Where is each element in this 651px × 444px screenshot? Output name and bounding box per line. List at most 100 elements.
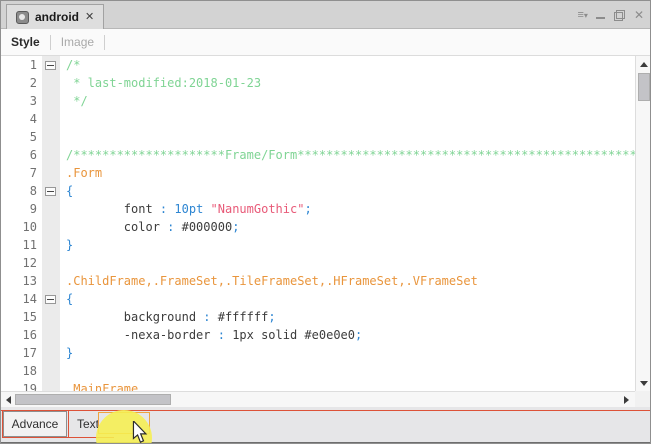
- code-text: {: [60, 182, 73, 200]
- fold-margin: [42, 74, 60, 92]
- triangle-down-icon: [640, 381, 648, 386]
- fold-margin: [42, 272, 60, 290]
- line-number: 2: [1, 74, 42, 92]
- scrollbar-corner: [635, 391, 651, 407]
- fold-margin: [42, 146, 60, 164]
- code-line: 5: [1, 128, 635, 146]
- code-text: {: [60, 290, 73, 308]
- toolbar-separator: [104, 35, 105, 50]
- horizontal-scrollbar-thumb[interactable]: [15, 394, 171, 405]
- style-editor-window: android ✕ ≡▾ ✕ Style Image 1/*2 * last-m…: [0, 0, 651, 444]
- line-number: 14: [1, 290, 42, 308]
- code-line: 3 */: [1, 92, 635, 110]
- line-number: 8: [1, 182, 42, 200]
- restore-icon[interactable]: [614, 10, 625, 21]
- tab-style[interactable]: Style: [1, 35, 50, 49]
- line-number: 7: [1, 164, 42, 182]
- tab-image[interactable]: Image: [51, 35, 104, 49]
- code-text: color : #000000;: [60, 218, 239, 236]
- line-number: 12: [1, 254, 42, 272]
- code-line: 9 font : 10pt "NanumGothic";: [1, 200, 635, 218]
- fold-margin: [42, 110, 60, 128]
- fold-margin: [42, 290, 60, 308]
- code-text: /*********************Frame/Form********…: [60, 146, 635, 164]
- code-line: 8{: [1, 182, 635, 200]
- code-text: -nexa-border : 1px solid #e0e0e0;: [60, 326, 362, 344]
- mouse-cursor-icon: [132, 421, 148, 444]
- code-text: [60, 254, 66, 272]
- line-number: 1: [1, 56, 42, 74]
- document-tab-strip: android ✕ ≡▾ ✕: [1, 1, 650, 29]
- line-number: 3: [1, 92, 42, 110]
- fold-collapse-icon[interactable]: [45, 187, 56, 196]
- code-text: [60, 110, 66, 128]
- fold-margin: [42, 128, 60, 146]
- fold-margin: [42, 380, 60, 391]
- line-number: 17: [1, 344, 42, 362]
- scroll-left-arrow[interactable]: [1, 392, 15, 407]
- code-text: }: [60, 344, 73, 362]
- code-line: 7 .Form: [1, 164, 635, 182]
- triangle-right-icon: [624, 396, 629, 404]
- triangle-up-icon: [640, 62, 648, 67]
- tab-list-menu-icon[interactable]: ≡▾: [578, 8, 587, 22]
- code-text: [60, 128, 66, 146]
- horizontal-scrollbar[interactable]: [1, 391, 635, 407]
- code-line: 19.MainFrame: [1, 380, 635, 391]
- code-text: }: [60, 236, 73, 254]
- tab-close-icon[interactable]: ✕: [85, 12, 94, 23]
- triangle-left-icon: [6, 396, 11, 404]
- fold-margin: [42, 254, 60, 272]
- line-number: 11: [1, 236, 42, 254]
- line-number: 15: [1, 308, 42, 326]
- code-line: 14 {: [1, 290, 635, 308]
- code-text: .ChildFrame,.FrameSet,.TileFrameSet,.HFr…: [60, 272, 478, 290]
- code-line: 11}: [1, 236, 635, 254]
- close-icon[interactable]: ✕: [634, 8, 644, 22]
- code-text: .Form: [60, 164, 102, 182]
- line-number: 5: [1, 128, 42, 146]
- fold-margin: [42, 326, 60, 344]
- code-text: * last-modified:2018-01-23: [60, 74, 261, 92]
- code-text: /*: [60, 56, 80, 74]
- annotation-red-rectangle-advance: [2, 410, 69, 438]
- code-line: 4: [1, 110, 635, 128]
- fold-margin: [42, 218, 60, 236]
- css-code-editor[interactable]: 1/*2 * last-modified:2018-01-233 */456/*…: [1, 56, 635, 391]
- line-number: 4: [1, 110, 42, 128]
- document-tab-android[interactable]: android ✕: [6, 4, 104, 29]
- fold-collapse-icon[interactable]: [45, 295, 56, 304]
- code-text: font : 10pt "NanumGothic";: [60, 200, 312, 218]
- fold-margin: [42, 344, 60, 362]
- code-line: 10 color : #000000;: [1, 218, 635, 236]
- fold-margin: [42, 56, 60, 74]
- scroll-up-arrow[interactable]: [636, 56, 651, 72]
- code-line: 17}: [1, 344, 635, 362]
- code-line: 2 * last-modified:2018-01-23: [1, 74, 635, 92]
- scroll-right-arrow[interactable]: [619, 392, 633, 407]
- vertical-scrollbar-thumb[interactable]: [638, 73, 650, 101]
- code-line: 18: [1, 362, 635, 380]
- line-number: 18: [1, 362, 42, 380]
- line-number: 10: [1, 218, 42, 236]
- line-number: 9: [1, 200, 42, 218]
- minimize-icon[interactable]: [596, 10, 605, 20]
- line-number: 19: [1, 380, 42, 391]
- document-tab-title: android: [35, 10, 79, 24]
- code-line: 6/*********************Frame/Form*******…: [1, 146, 635, 164]
- stylesheet-icon: [16, 11, 29, 24]
- code-text: [60, 362, 66, 380]
- fold-margin: [42, 236, 60, 254]
- code-line: 13 .ChildFrame,.FrameSet,.TileFrameSet,.H…: [1, 272, 635, 290]
- code-lines: 1/*2 * last-modified:2018-01-233 */456/*…: [1, 56, 635, 391]
- code-line: 1 /*: [1, 56, 635, 74]
- window-controls: ≡▾ ✕: [578, 1, 645, 29]
- code-line: 16 -nexa-border : 1px solid #e0e0e0;: [1, 326, 635, 344]
- fold-margin: [42, 200, 60, 218]
- line-number: 13: [1, 272, 42, 290]
- scroll-down-arrow[interactable]: [636, 375, 651, 391]
- chevron-down-icon: ▾: [584, 11, 587, 20]
- fold-collapse-icon[interactable]: [45, 61, 56, 70]
- fold-margin: [42, 182, 60, 200]
- vertical-scrollbar[interactable]: [635, 56, 651, 391]
